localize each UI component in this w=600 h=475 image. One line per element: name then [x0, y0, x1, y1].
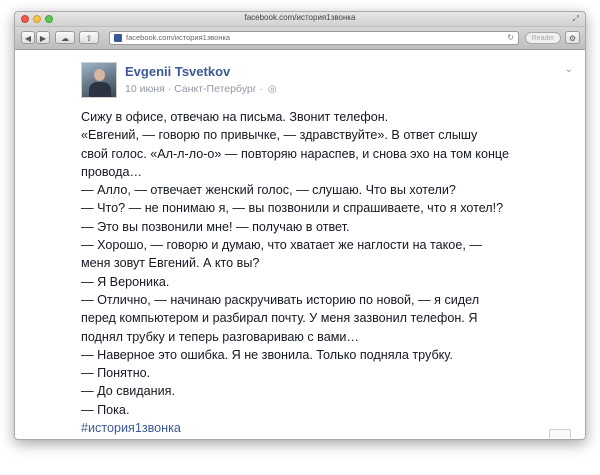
- browser-window: facebook.com/история1звонка ⤢ ◀ ▶ ☁ ⇪ fa…: [14, 11, 586, 440]
- back-icon: ◀: [24, 34, 32, 43]
- share-button[interactable]: ⇪: [79, 31, 99, 44]
- resize-handle[interactable]: [549, 429, 571, 438]
- back-button[interactable]: ◀: [21, 31, 35, 44]
- browser-toolbar: ◀ ▶ ☁ ⇪ facebook.com/история1звонка ↻ Re…: [15, 27, 585, 50]
- post-line: «Евгений, — говорю по привычке, — здравс…: [81, 128, 478, 143]
- settings-button[interactable]: ⚙: [565, 31, 580, 44]
- post-line: — До свидания.: [81, 384, 175, 399]
- post-line: — Алло, — отвечает женский голос, — слуш…: [81, 183, 456, 198]
- address-url: facebook.com/история1звонка: [126, 33, 231, 42]
- reload-icon[interactable]: ↻: [507, 32, 514, 44]
- post-line: — Это вы позвонили мне! — получаю в отве…: [81, 219, 350, 234]
- page-content: Evgenii Tsvetkov 10 июня · Санкт-Петербу…: [15, 50, 585, 438]
- post-line: — Хорошо, — говорю и думаю, что хватает …: [81, 238, 482, 253]
- meta-separator: ·: [164, 83, 175, 95]
- post-line: провода…: [81, 164, 143, 179]
- gear-icon: ⚙: [568, 34, 577, 43]
- author-name[interactable]: Evgenii Tsvetkov: [125, 64, 230, 79]
- post-line: свой голос. «Ал-л-ло-о» — повторяю нарас…: [81, 146, 509, 161]
- forward-button[interactable]: ▶: [36, 31, 50, 44]
- post-line: — Что? — не понимаю я, — вы позвонили и …: [81, 201, 504, 216]
- hashtag-link[interactable]: #история1звонка: [81, 419, 551, 437]
- post-line: Сижу в офисе, отвечаю на письма. Звонит …: [81, 110, 389, 124]
- post-line: — Отлично, — начинаю раскручивать истори…: [81, 292, 480, 307]
- facebook-favicon-icon: [114, 34, 122, 42]
- privacy-icon[interactable]: ◎: [268, 84, 277, 95]
- post-text: Сижу в офисе, отвечаю на письма. Звонит …: [81, 108, 551, 437]
- icloud-tabs-button[interactable]: ☁: [55, 31, 75, 44]
- title-bar: facebook.com/история1звонка ⤢: [15, 12, 585, 27]
- avatar[interactable]: [81, 62, 117, 98]
- meta-separator: ·: [256, 83, 266, 95]
- forward-icon: ▶: [39, 34, 47, 43]
- post-line: поднял трубку и теперь разговариваю с ва…: [81, 329, 359, 344]
- address-bar[interactable]: facebook.com/история1звонка ↻: [109, 31, 519, 45]
- post-line: — Пока.: [81, 402, 130, 417]
- window-title: facebook.com/история1звонка: [244, 13, 356, 22]
- post-line: меня зовут Евгений. А кто вы?: [81, 256, 260, 271]
- cloud-icon: ☁: [61, 34, 69, 43]
- post-line: — Наверное это ошибка. Я не звонила. Тол…: [81, 347, 453, 362]
- fullscreen-icon[interactable]: ⤢: [573, 14, 579, 24]
- reader-button[interactable]: Reader: [525, 32, 561, 44]
- post-location[interactable]: Санкт-Петербург: [174, 83, 256, 95]
- post-line: — Я Вероника.: [81, 274, 170, 289]
- post-line: — Понятно.: [81, 366, 151, 381]
- post-line: перед компьютером и разбирал почту. У ме…: [81, 311, 478, 326]
- post-meta: 10 июня · Санкт-Петербург · ◎: [125, 83, 277, 95]
- share-icon: ⇪: [85, 34, 93, 43]
- post-date[interactable]: 10 июня: [125, 83, 165, 95]
- chevron-down-icon[interactable]: ⌄: [565, 64, 573, 75]
